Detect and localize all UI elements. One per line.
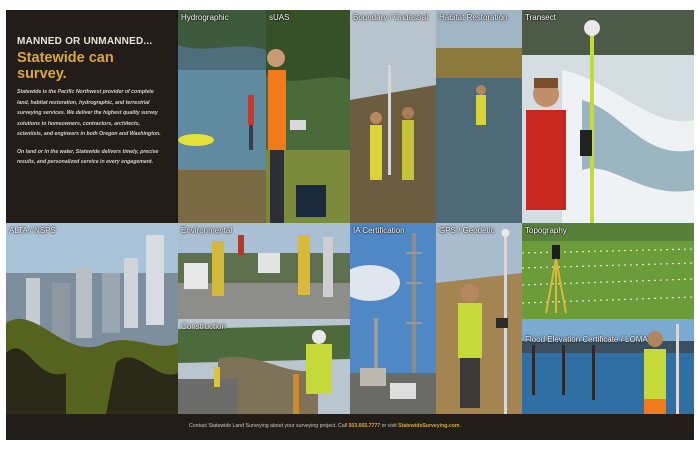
intro-paragraph-2: On land or in the water, Statewide deliv… [17,148,159,166]
contact-end: . [459,423,461,429]
tile-label: Boundary / Cadastral [353,13,429,22]
contact-lead: Contact Statewide Land Surveying about y… [189,423,348,429]
tile-label: Habitat Restoration [439,13,508,22]
contact-middle: or visit [381,423,397,429]
tile-topography: Topography [522,223,694,319]
contact-text: Contact Statewide Land Surveying about y… [189,423,461,429]
tile-label: ALTA / NSPS [9,226,56,235]
construction-photo [178,319,350,414]
tile-label: Hydrographic [181,13,229,22]
flood-elevation-photo [522,319,694,414]
tile-label: Flood Elevation Certificate / LOMA [525,335,648,344]
suas-photo [266,10,350,223]
tile-label: sUAS [269,13,290,22]
habitat-photo [436,10,522,223]
tile-gps-geodetic: GPS / Geodetic [436,223,522,414]
tile-boundary-cadastral: Boundary / Cadastral [350,10,436,223]
gps-geodetic-photo [436,223,522,414]
boundary-photo [350,10,436,223]
tile-label: IA Certification [353,226,405,235]
intro-panel: MANNED OR UNMANNED... Statewide can surv… [6,10,176,223]
tile-ia-certification: IA Certification [350,223,436,414]
tile-hydrographic: Hydrographic [178,10,266,223]
contact-footer: Contact Statewide Land Surveying about y… [6,414,694,440]
alta-photo [6,223,178,414]
tile-label: Transect [525,13,556,22]
tile-construction: Construction [178,319,350,414]
brochure-panel: MANNED OR UNMANNED... Statewide can surv… [6,10,694,440]
tile-suas: sUAS [266,10,350,223]
tile-flood-elevation: Flood Elevation Certificate / LOMA [522,319,694,414]
topography-photo [522,223,694,319]
tile-environmental: Environmental [178,223,350,319]
tile-label: Construction [181,322,226,331]
tile-habitat-restoration: Habitat Restoration [436,10,522,223]
transect-photo [522,10,694,223]
tile-transect: Transect [522,10,694,223]
tile-label: Environmental [181,226,233,235]
tile-alta-nsps: ALTA / NSPS [6,223,178,414]
intro-kicker: MANNED OR UNMANNED... [17,36,153,47]
environmental-photo [178,223,350,319]
contact-website-link[interactable]: StatewideSurveying.com [398,423,459,429]
ia-certification-photo [350,223,436,414]
tile-label: GPS / Geodetic [439,226,495,235]
contact-phone[interactable]: 503.665.7777 [348,423,380,429]
intro-headline: Statewide can survey. [17,50,114,82]
intro-paragraph-1: Statewide is the Pacific Northwest provi… [17,89,161,137]
tile-label: Topography [525,226,567,235]
hydrographic-photo [178,10,266,223]
